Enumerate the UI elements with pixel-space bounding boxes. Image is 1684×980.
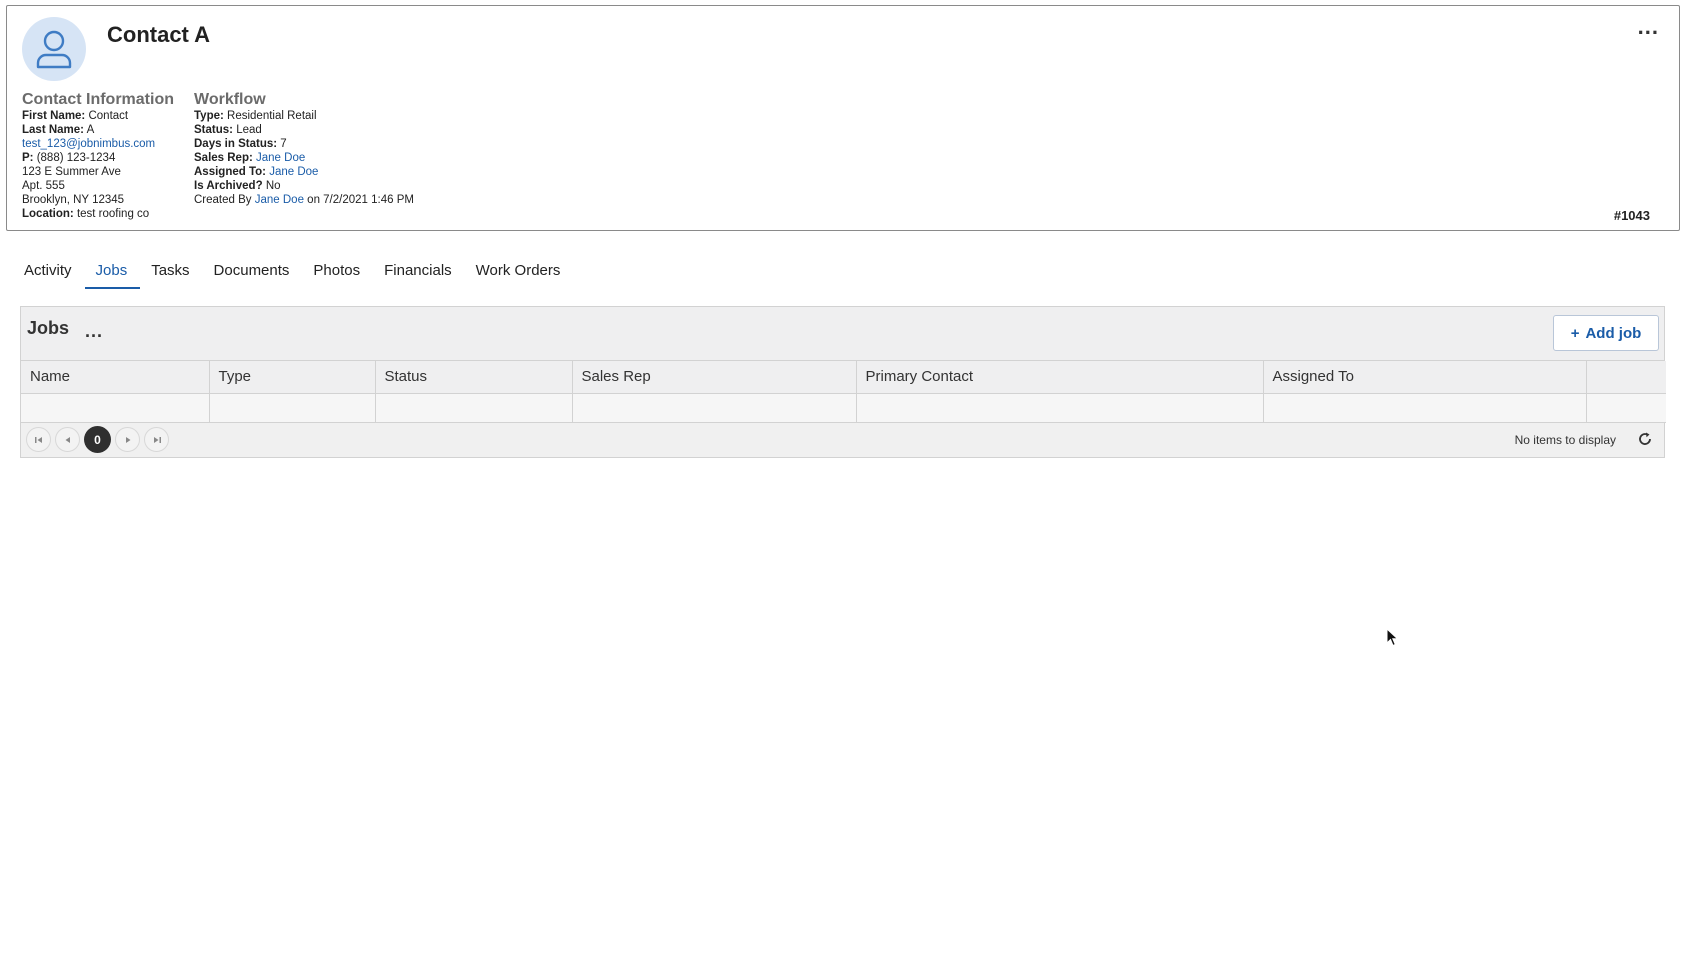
address-line-1: 123 E Summer Ave — [22, 166, 121, 178]
is-archived-row: Is Archived? No — [194, 180, 281, 192]
add-job-button[interactable]: + Add job — [1553, 315, 1659, 351]
status-row: Status: Lead — [194, 124, 262, 136]
last-name-row: Last Name: A — [22, 124, 95, 136]
contact-card: Contact A ... Contact Information First … — [6, 5, 1680, 231]
avatar — [22, 17, 86, 81]
refresh-icon[interactable] — [1637, 431, 1653, 452]
jobs-header: Jobs ... + Add job — [21, 307, 1664, 361]
tab-photos[interactable]: Photos — [309, 256, 373, 289]
location-row: Location: test roofing co — [22, 208, 150, 220]
record-number: #1043 — [1613, 208, 1650, 223]
previous-page-icon[interactable] — [55, 427, 80, 452]
workflow-info: Workflow Type: Residential Retail Status… — [194, 90, 414, 207]
column-header-type[interactable]: Type — [209, 361, 376, 394]
pager: 0 No items to display — [21, 422, 1664, 457]
status-value: Lead — [236, 124, 262, 136]
user-icon — [36, 30, 72, 69]
last-name-value: A — [86, 124, 95, 136]
tab-jobs[interactable]: Jobs — [84, 256, 141, 289]
first-name-value: Contact — [88, 110, 129, 122]
sales-rep-link[interactable]: Jane Doe — [256, 152, 305, 164]
tab-documents[interactable]: Documents — [210, 256, 303, 289]
jobs-title: Jobs — [27, 318, 70, 338]
jobs-table: Name Type Status Sales Rep Primary Conta… — [21, 361, 1666, 423]
tab-bar: Activity Jobs Tasks Documents Photos Fin… — [20, 256, 580, 289]
is-archived-value: No — [265, 180, 281, 192]
first-page-icon[interactable] — [26, 427, 51, 452]
tab-financials[interactable]: Financials — [380, 256, 465, 289]
table-cell — [209, 393, 376, 423]
table-header-row: Name Type Status Sales Rep Primary Conta… — [21, 361, 1666, 394]
address-line-3: Brooklyn, NY 12345 — [22, 194, 125, 206]
add-job-label: Add job — [1585, 324, 1642, 342]
column-header-assigned-to[interactable]: Assigned To — [1263, 361, 1587, 394]
phone-row: P: (888) 123-1234 — [22, 152, 116, 164]
tab-work-orders[interactable]: Work Orders — [472, 256, 574, 289]
table-cell — [375, 393, 573, 423]
tab-tasks[interactable]: Tasks — [147, 256, 202, 289]
table-cell — [21, 393, 210, 423]
contact-information: Contact Information First Name: Contact … — [22, 90, 174, 221]
sales-rep-row: Sales Rep: Jane Doe — [194, 152, 306, 164]
location-value: test roofing co — [76, 208, 150, 220]
column-header-name[interactable]: Name — [21, 361, 210, 394]
days-in-status-value: 7 — [280, 138, 287, 150]
table-cell — [856, 393, 1264, 423]
contact-information-heading: Contact Information — [22, 91, 174, 108]
current-page[interactable]: 0 — [84, 426, 111, 453]
created-by-row: Created By Jane Doe on 7/2/2021 1:46 PM — [194, 194, 414, 206]
jobs-more-options-icon[interactable]: ... — [85, 321, 103, 342]
next-page-icon[interactable] — [115, 427, 140, 452]
pager-info: No items to display — [1514, 432, 1616, 447]
column-header-primary-contact[interactable]: Primary Contact — [856, 361, 1264, 394]
first-name-row: First Name: Contact — [22, 110, 129, 122]
plus-icon: + — [1570, 324, 1580, 342]
phone-value: (888) 123-1234 — [36, 152, 116, 164]
more-options-icon[interactable]: ... — [1638, 16, 1659, 38]
column-header-actions — [1586, 361, 1666, 394]
table-cell — [572, 393, 857, 423]
column-header-status[interactable]: Status — [375, 361, 573, 394]
workflow-heading: Workflow — [194, 91, 266, 108]
assigned-to-link[interactable]: Jane Doe — [269, 166, 318, 178]
contact-name: Contact A — [107, 22, 211, 47]
mouse-cursor-icon — [1386, 627, 1400, 653]
table-cell — [1586, 393, 1666, 423]
address-line-2: Apt. 555 — [22, 180, 65, 192]
jobs-panel: Jobs ... + Add job Name Type Status Sale… — [20, 306, 1666, 458]
email-link[interactable]: test_123@jobnimbus.com — [22, 138, 155, 150]
column-header-sales-rep[interactable]: Sales Rep — [572, 361, 857, 394]
assigned-to-row: Assigned To: Jane Doe — [194, 166, 319, 178]
tab-activity[interactable]: Activity — [20, 256, 85, 289]
last-page-icon[interactable] — [144, 427, 169, 452]
type-row: Type: Residential Retail — [194, 110, 317, 122]
type-value: Residential Retail — [227, 110, 317, 122]
table-cell — [1263, 393, 1587, 423]
days-in-status-row: Days in Status: 7 — [194, 138, 287, 150]
created-by-link[interactable]: Jane Doe — [255, 194, 304, 206]
table-row — [21, 393, 1666, 423]
